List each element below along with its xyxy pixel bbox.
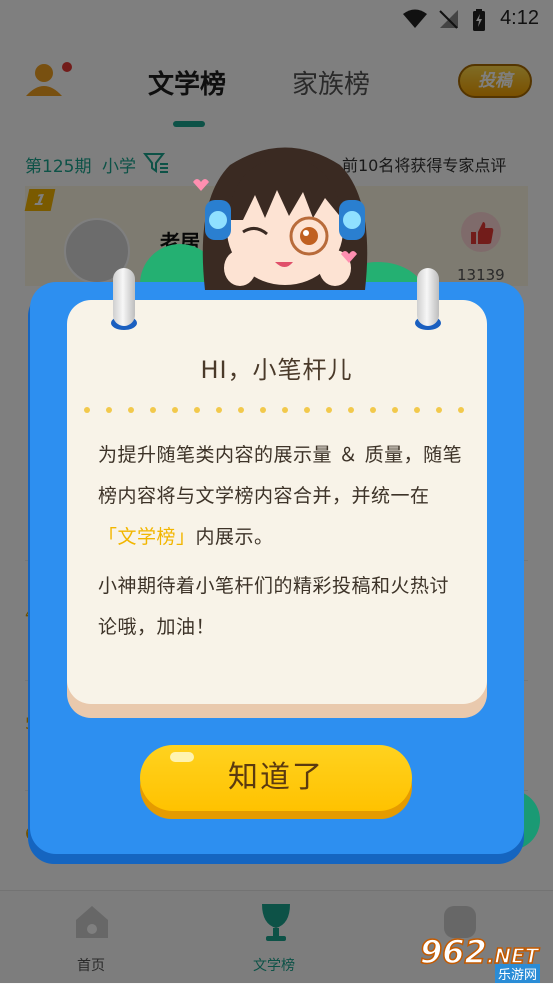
watermark-sub: 乐游网	[495, 964, 541, 983]
dialog-paragraph-1: 为提升随笔类内容的展示量 ＆ 质量，随笔榜内容将与文学榜内容合并，并统一在「文学…	[98, 435, 468, 558]
dialog-title: HI，小笔杆儿	[200, 356, 353, 384]
dotted-divider	[84, 407, 464, 413]
highlight-text: 「文学榜」	[98, 526, 196, 548]
paragraph-text: 内展示。	[195, 526, 274, 548]
binder-ring	[417, 268, 439, 326]
dialog-paragraph-2: 小神期待着小笔杆们的精彩投稿和火热讨论哦，加油！	[98, 575, 450, 638]
binder-ring	[113, 268, 135, 326]
watermark-number: 962	[419, 932, 487, 972]
button-gloss	[170, 752, 194, 762]
paragraph-text: 为提升随笔类内容的展示量 ＆ 质量，随笔榜内容将与文学榜内容合并，并统一在	[98, 444, 463, 507]
mascot-girl-illustration	[193, 147, 368, 290]
